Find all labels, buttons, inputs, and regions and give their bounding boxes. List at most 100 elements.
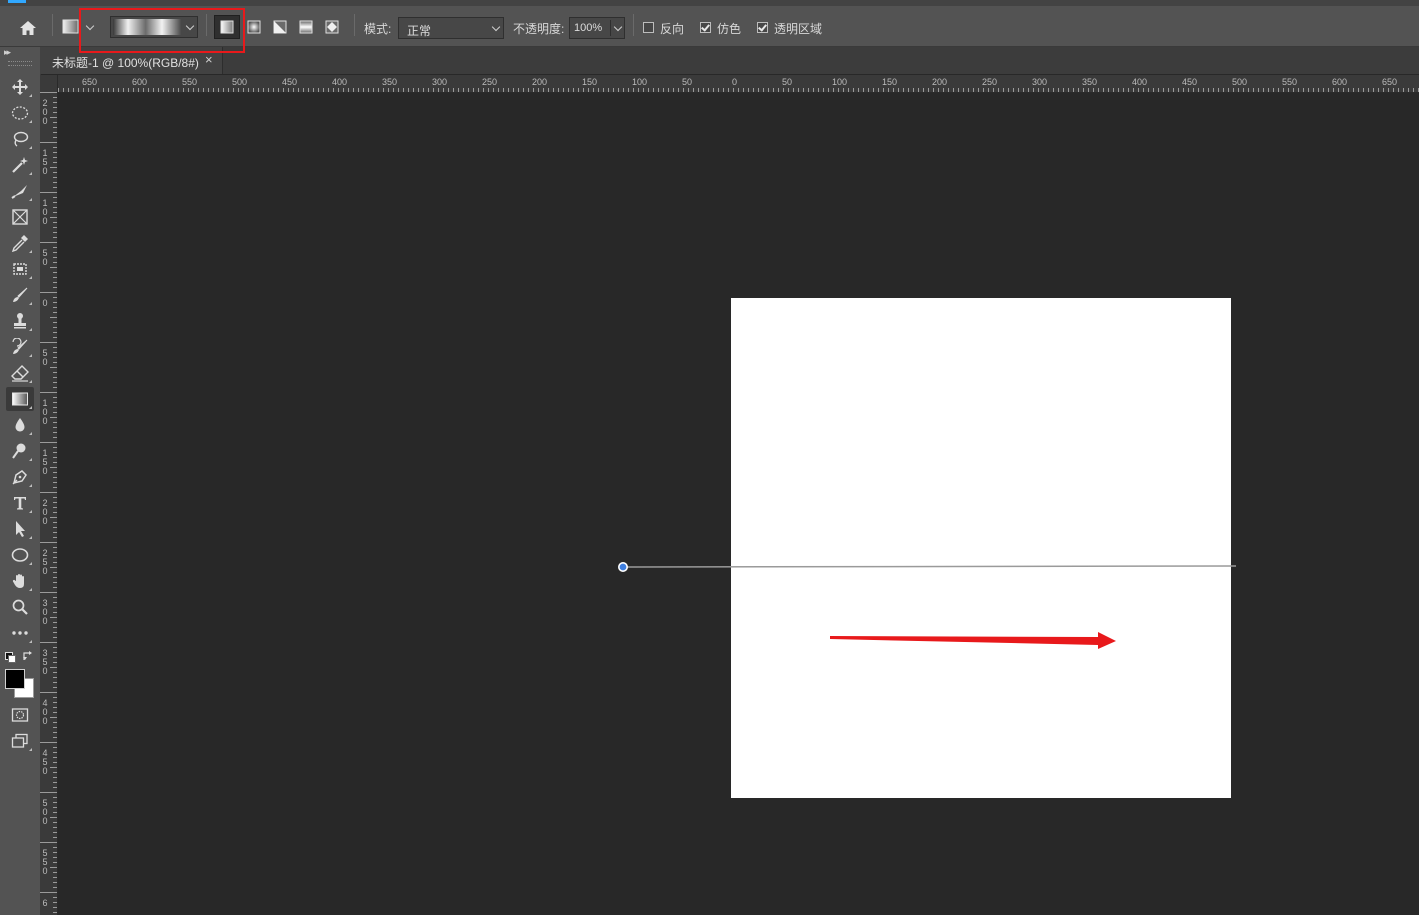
eyedropper-slice-icon (11, 185, 27, 199)
dither-checkbox[interactable] (700, 22, 711, 33)
blur-icon (15, 418, 25, 432)
ruler-tick-label: 0 (42, 516, 48, 526)
ruler-tick-label: 300 (432, 77, 448, 87)
more-tools-icon (12, 631, 28, 635)
separator (354, 14, 355, 36)
radial-gradient-button[interactable] (242, 15, 266, 39)
ruler-tick-label: 400 (1132, 77, 1148, 87)
ruler-tick-label: 0 (42, 166, 48, 176)
reflected-gradient-button[interactable] (294, 15, 318, 39)
dodge-icon (12, 443, 26, 459)
hand-tool[interactable] (6, 569, 34, 593)
ellipse-tool[interactable] (6, 543, 34, 567)
patch-tool[interactable] (6, 257, 34, 281)
eyedropper-tool[interactable] (6, 231, 34, 255)
swap-colors-icon[interactable] (22, 650, 34, 662)
ruler-tick-label: 450 (1182, 77, 1198, 87)
ruler-tick-label: 0 (42, 816, 48, 826)
patch-icon (13, 263, 27, 275)
brush-tool[interactable] (6, 283, 34, 307)
ruler-tick-label: 150 (882, 77, 898, 87)
lasso-tool[interactable] (6, 127, 34, 151)
opacity-label: 不透明度: (513, 22, 565, 36)
move-tool[interactable] (6, 75, 34, 99)
default-colors-icon[interactable] (5, 652, 16, 663)
ruler-tick-label: 350 (382, 77, 398, 87)
document-tab-bar: 未标题-1 @ 100%(RGB/8#) × (40, 47, 1419, 74)
zoom-tool[interactable] (6, 595, 34, 619)
tools-panel: ▸▸ (0, 47, 41, 915)
vertical-ruler[interactable]: 2001501005005010015020025030035040045050… (40, 92, 58, 915)
chevron-down-icon (491, 22, 501, 32)
document-canvas[interactable] (731, 298, 1231, 798)
ellipse-marquee-tool[interactable] (6, 101, 34, 125)
ruler-origin[interactable] (40, 75, 58, 93)
transparency-label: 透明区域 (774, 22, 823, 36)
transparency-checkbox[interactable] (757, 22, 768, 33)
radial-gradient-icon (247, 20, 261, 34)
reverse-checkbox[interactable] (643, 22, 654, 33)
brush-icon (13, 287, 28, 302)
collapse-toggle-icon[interactable]: ▸▸ (4, 47, 11, 58)
opacity-input[interactable]: 100% (569, 17, 625, 39)
diamond-gradient-icon (325, 20, 339, 34)
ruler-tick-label: 0 (42, 616, 48, 626)
stamp-icon (14, 313, 26, 329)
ruler-tick-label: 200 (532, 77, 548, 87)
type-tool[interactable] (6, 491, 34, 515)
ruler-tick-label: 50 (782, 77, 793, 87)
ruler-tick-label: 100 (632, 77, 648, 87)
separator (52, 14, 53, 36)
lasso-icon (13, 131, 29, 147)
pen-tool[interactable] (6, 465, 34, 489)
gradient-tool[interactable] (6, 387, 34, 411)
panel-grip[interactable] (8, 61, 32, 66)
slice-tool[interactable] (6, 179, 34, 203)
close-icon[interactable]: × (205, 52, 213, 67)
mode-select[interactable]: 正常 (398, 17, 504, 39)
ruler-tick-label: 0 (732, 77, 738, 87)
ruler-tick-label: 650 (1382, 77, 1398, 87)
history-brush-tool[interactable] (6, 335, 34, 359)
dodge-tool[interactable] (6, 439, 34, 463)
quick-mask-button[interactable] (6, 703, 34, 727)
document-tab-title: 未标题-1 @ 100%(RGB/8#) (52, 56, 199, 70)
gradient-icon (12, 392, 28, 406)
blur-tool[interactable] (6, 413, 34, 437)
path-selection-tool[interactable] (6, 517, 34, 541)
screen-mode-icon (11, 733, 28, 748)
ruler-tick-label: 0 (42, 716, 48, 726)
eraser-tool[interactable] (6, 361, 34, 385)
magic-wand-tool[interactable] (6, 153, 34, 177)
ruler-tick-label: 0 (42, 766, 48, 776)
separator (633, 14, 634, 36)
ellipse-marquee-icon (11, 106, 29, 120)
home-button[interactable] (14, 16, 42, 40)
frame-tool[interactable] (6, 205, 34, 229)
reflected-gradient-icon (299, 20, 313, 34)
ruler-tick-label: 100 (832, 77, 848, 87)
ruler-tick-label: 0 (42, 416, 48, 426)
ruler-tick-label: 500 (1232, 77, 1248, 87)
dither-label: 仿色 (717, 22, 742, 36)
horizontal-ruler[interactable]: 650 600 550 500 450 400 350 300 250 200 150 100 50 0 5… (58, 75, 1419, 93)
hand-icon (12, 574, 24, 588)
angle-gradient-button[interactable] (268, 15, 292, 39)
eraser-icon (11, 365, 29, 382)
foreground-color-swatch[interactable] (5, 669, 25, 689)
ruler-tick-label: 0 (42, 357, 48, 367)
eyedropper-icon (11, 235, 28, 252)
separator (610, 20, 611, 36)
clone-stamp-tool[interactable] (6, 309, 34, 333)
magic-wand-icon (12, 157, 28, 173)
ruler-tick-label: 550 (1282, 77, 1298, 87)
gradient-start-handle[interactable] (617, 561, 628, 572)
ruler-tick-label: 650 (82, 77, 98, 87)
zoom-icon (12, 599, 28, 615)
screen-mode-button[interactable] (6, 729, 34, 753)
highlight-box (79, 8, 245, 53)
ruler-tick-label: 0 (42, 666, 48, 676)
more-tools-button[interactable] (6, 621, 34, 645)
ruler-tick-label: 50 (682, 77, 693, 87)
diamond-gradient-button[interactable] (320, 15, 344, 39)
